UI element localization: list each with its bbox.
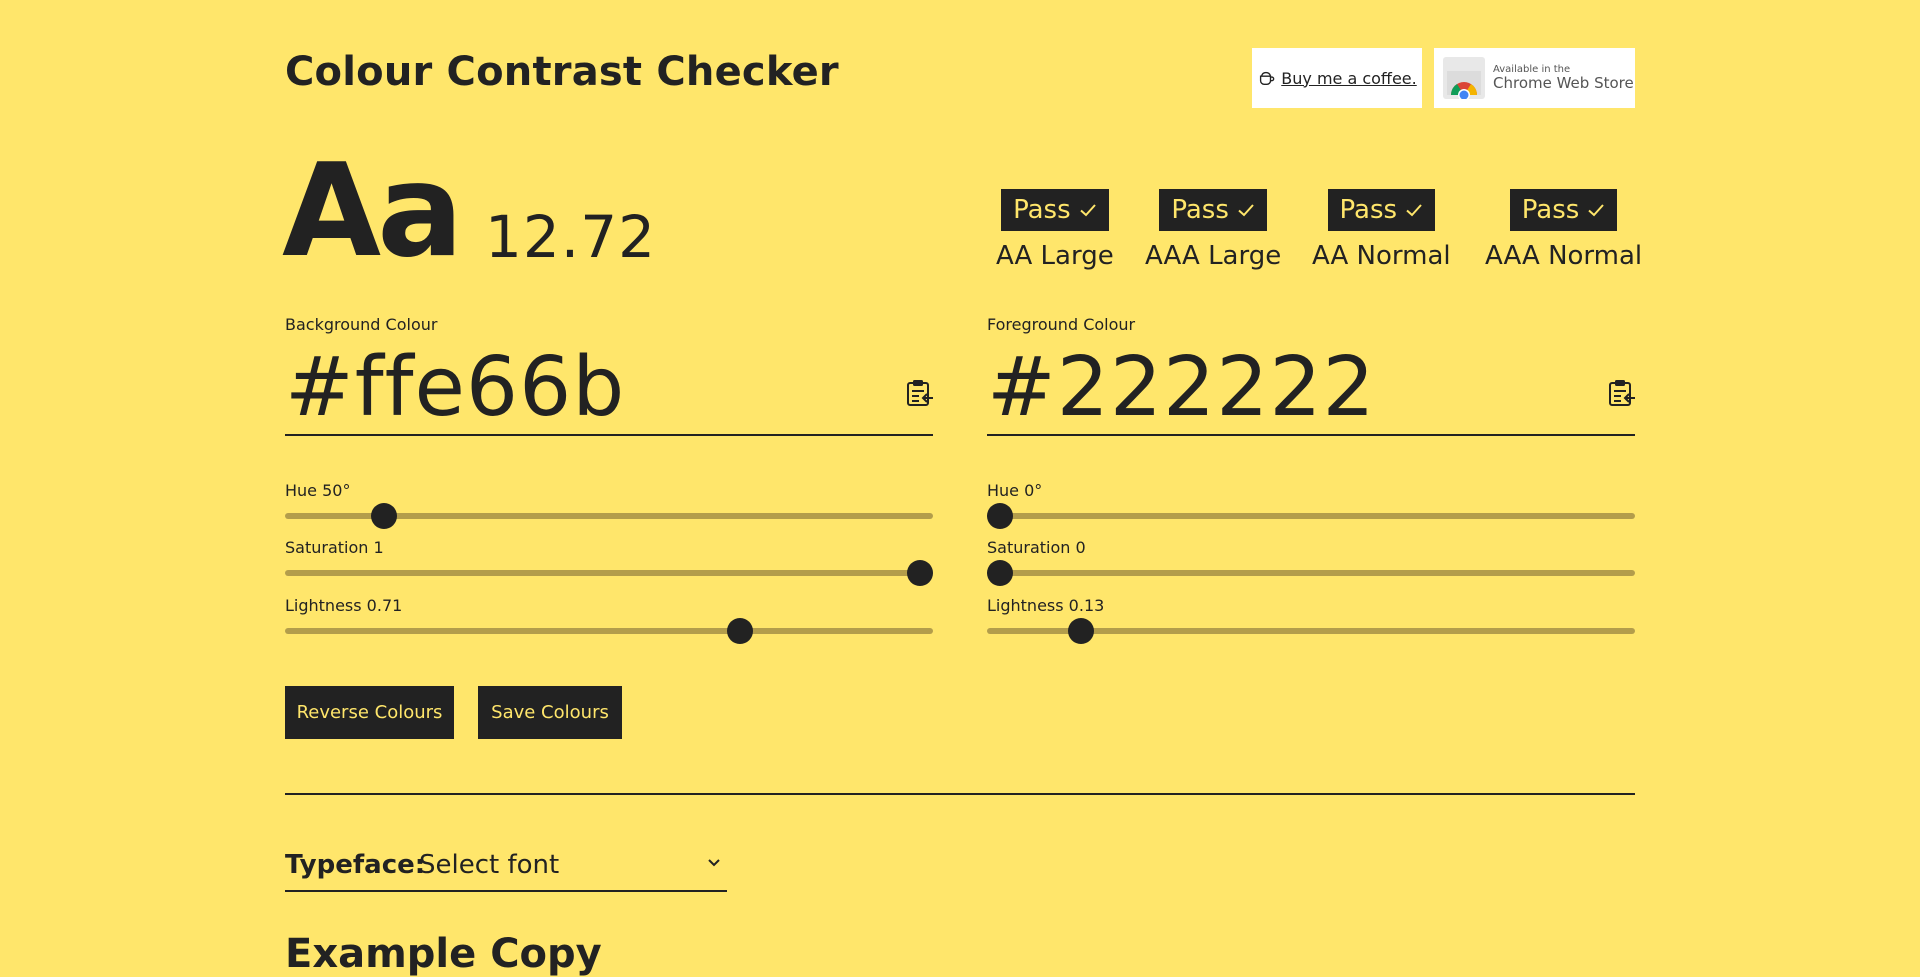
background-colour-label: Background Colour: [285, 315, 438, 334]
background-saturation-track[interactable]: [285, 560, 933, 586]
background-lightness-slider: Lightness 0.71: [285, 596, 933, 644]
clipboard-paste-icon[interactable]: [903, 377, 935, 409]
result-label: AAA Large: [1145, 241, 1282, 271]
foreground-saturation-thumb[interactable]: [987, 560, 1013, 586]
background-saturation-slider: Saturation 1: [285, 538, 933, 586]
chrome-web-store-icon: [1443, 57, 1485, 101]
foreground-saturation-slider: Saturation 0: [987, 538, 1635, 586]
background-hue-label: Hue 50°: [285, 481, 351, 500]
webstore-big-text: Chrome Web Store: [1493, 74, 1634, 93]
foreground-hue-slider: Hue 0°: [987, 481, 1635, 529]
background-lightness-thumb[interactable]: [726, 618, 753, 644]
foreground-saturation-track[interactable]: [987, 560, 1635, 586]
result-label: AAA Normal: [1485, 241, 1643, 271]
sample-text: Aa: [282, 137, 463, 286]
foreground-lightness-track[interactable]: [987, 618, 1635, 644]
foreground-lightness-thumb[interactable]: [1067, 618, 1094, 644]
result-aaa-large: Pass AAA Large: [1145, 189, 1281, 271]
foreground-colour-label: Foreground Colour: [987, 315, 1136, 334]
check-icon: [1406, 204, 1422, 217]
badge-status: Pass: [1339, 195, 1398, 225]
background-lightness-label: Lightness 0.71: [285, 596, 403, 615]
webstore-text: Available in the Chrome Web Store: [1493, 64, 1634, 92]
save-colours-button[interactable]: Save Colours: [478, 686, 622, 739]
background-saturation-label: Saturation 1: [285, 538, 384, 557]
foreground-colour-field: Foreground Colour #222222: [987, 317, 1635, 436]
pass-badge: Pass: [1327, 189, 1436, 231]
foreground-lightness-label: Lightness 0.13: [987, 596, 1105, 615]
foreground-hue-label: Hue 0°: [987, 481, 1043, 500]
foreground-lightness-slider: Lightness 0.13: [987, 596, 1635, 644]
result-aa-large: Pass AA Large: [996, 189, 1114, 271]
background-colour-field: Background Colour #ffe66b: [285, 317, 933, 436]
pass-badge: Pass: [1001, 189, 1109, 231]
example-copy-title: Example Copy: [285, 931, 602, 977]
badge-status: Pass: [1521, 195, 1580, 225]
buy-me-a-coffee-link[interactable]: Buy me a coffee.: [1252, 48, 1422, 108]
background-hue-track[interactable]: [285, 503, 933, 529]
foreground-hue-thumb[interactable]: [987, 503, 1013, 529]
clipboard-paste-icon[interactable]: [1605, 377, 1637, 409]
check-icon: [1079, 204, 1096, 217]
chevron-down-icon[interactable]: [707, 856, 721, 870]
pass-badge: Pass: [1159, 189, 1267, 231]
background-lightness-track[interactable]: [285, 618, 933, 644]
background-hue-thumb[interactable]: [371, 503, 398, 529]
chrome-web-store-link[interactable]: Available in the Chrome Web Store: [1434, 48, 1635, 108]
app-title: Colour Contrast Checker: [285, 49, 839, 95]
background-hex-input[interactable]: #ffe66b: [285, 343, 933, 436]
reverse-colours-button[interactable]: Reverse Colours: [285, 686, 454, 739]
coffee-cup-icon: [1260, 71, 1275, 85]
foreground-hue-track[interactable]: [987, 503, 1635, 529]
contrast-ratio: 12.72: [485, 203, 657, 271]
check-icon: [1588, 204, 1605, 217]
foreground-saturation-label: Saturation 0: [987, 538, 1086, 557]
background-saturation-thumb[interactable]: [907, 560, 933, 586]
typeface-selected-value[interactable]: Select font: [419, 852, 559, 878]
result-label: AA Normal: [1312, 241, 1451, 271]
page: Colour Contrast Checker Buy me a coffee.…: [282, 0, 1642, 977]
coffee-label: Buy me a coffee.: [1281, 68, 1417, 88]
badge-status: Pass: [1171, 195, 1229, 225]
check-icon: [1238, 204, 1254, 217]
badge-status: Pass: [1013, 195, 1071, 225]
background-hex-value[interactable]: #ffe66b: [285, 347, 625, 429]
result-aaa-normal: Pass AAA Normal: [1485, 189, 1642, 271]
result-label: AA Large: [996, 241, 1114, 271]
typeface-label: Typeface:: [285, 850, 426, 880]
background-hue-slider: Hue 50°: [285, 481, 933, 529]
section-divider: [285, 793, 1635, 795]
foreground-hex-input[interactable]: #222222: [987, 343, 1635, 436]
result-aa-normal: Pass AA Normal: [1312, 189, 1451, 271]
foreground-hex-value[interactable]: #222222: [987, 347, 1376, 429]
pass-badge: Pass: [1509, 189, 1618, 231]
